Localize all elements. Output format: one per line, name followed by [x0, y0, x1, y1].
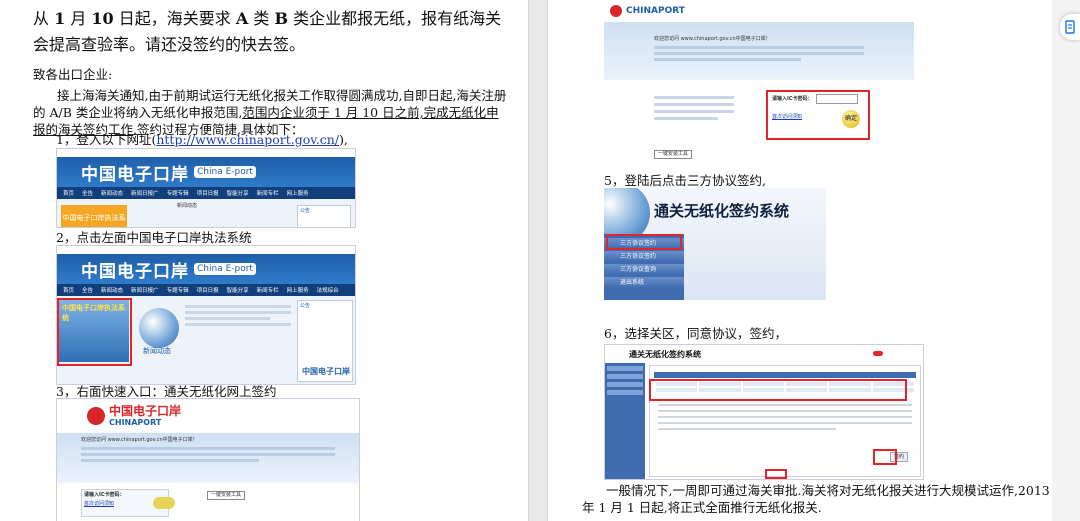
- step-6: 6，选择关区，同意协议，签约，: [604, 326, 787, 341]
- ic-password-input[interactable]: [816, 94, 858, 104]
- globe-icon: [139, 308, 179, 348]
- highlight-law-system: [57, 298, 132, 366]
- footer-paragraph: 一般情况下,一周即可通过海关审批.海关将对无纸化报关进行大规模试运作,2013 …: [582, 483, 1050, 515]
- login-button[interactable]: 确定: [842, 110, 860, 128]
- document-page-left: 从 1 月 10 日起，海关要求 A 类 B 类企业都报无纸，报有纸海关会提高查…: [0, 0, 528, 521]
- portal-nav: 首页 全告 新闻动态 新闻日报广 专题专辑 项目日报 智能分享 新闻专栏 网上服…: [57, 187, 355, 199]
- screenshot-sign-agreement: 通关无纸化签约系统 签约: [604, 344, 924, 480]
- law-enforcement-banner[interactable]: 中国电子口岸执法系统: [61, 205, 127, 227]
- viewer-right-margin: [1052, 0, 1080, 521]
- login-button[interactable]: [153, 497, 175, 509]
- highlight-customs-area: [649, 379, 907, 401]
- portal-logo: 中国电子口岸: [81, 164, 189, 185]
- highlight-agree-checkbox: [765, 469, 787, 479]
- screenshot-portal-law-system: 中国电子口岸 China E-port 首页 全告 新闻动态 新闻日报广 专题专…: [56, 245, 356, 385]
- highlight-sign-button: [873, 449, 897, 465]
- chinaport-logo-icon: [87, 407, 105, 425]
- screenshot-ic-login: CHINAPORT 欢迎您访问 www.chinaport.gov.cn中国电子…: [604, 0, 914, 170]
- step-5: 5，登陆后点击三方协议签约,: [604, 173, 766, 188]
- document-page-right: CHINAPORT 欢迎您访问 www.chinaport.gov.cn中国电子…: [548, 0, 1052, 521]
- sign-system-title: 通关无纸化签约系统: [654, 202, 790, 220]
- headline: 从 1 月 10 日起，海关要求 A 类 B 类企业都报无纸，报有纸海关会提高查…: [33, 9, 502, 54]
- page-gutter: [528, 0, 548, 521]
- step-1: 1，登入以下网址(http://www.chinaport.gov.cn/),: [56, 132, 348, 147]
- screenshot-portal-home: 中国电子口岸 China E-port 首页 全告 新闻动态 新闻日报广 专题专…: [56, 148, 356, 228]
- portal-banner: 中国电子口岸 China E-port: [57, 157, 355, 187]
- chinaport-link[interactable]: http://www.chinaport.gov.cn/: [156, 132, 339, 147]
- scroll-handle-icon[interactable]: [1060, 14, 1080, 40]
- highlight-sign-menu: [606, 234, 682, 250]
- screenshot-chinaport-login: 中国电子口岸 CHINAPORT 欢迎您访问 www.chinaport.gov…: [56, 398, 360, 521]
- menu-three-party-sign-2[interactable]: 三方协议签约: [604, 251, 684, 262]
- salutation: 致各出口企业:: [33, 67, 113, 82]
- menu-three-party-query[interactable]: 三方协议查询: [604, 264, 684, 275]
- screenshot-sign-system-menu: 通关无纸化签约系统 三方协议签约 三方协议签约 三方协议查询 退出系统: [604, 188, 826, 300]
- step-2: 2，点击左面中国电子口岸执法系统: [56, 230, 252, 245]
- menu-exit[interactable]: 退出系统: [604, 277, 684, 288]
